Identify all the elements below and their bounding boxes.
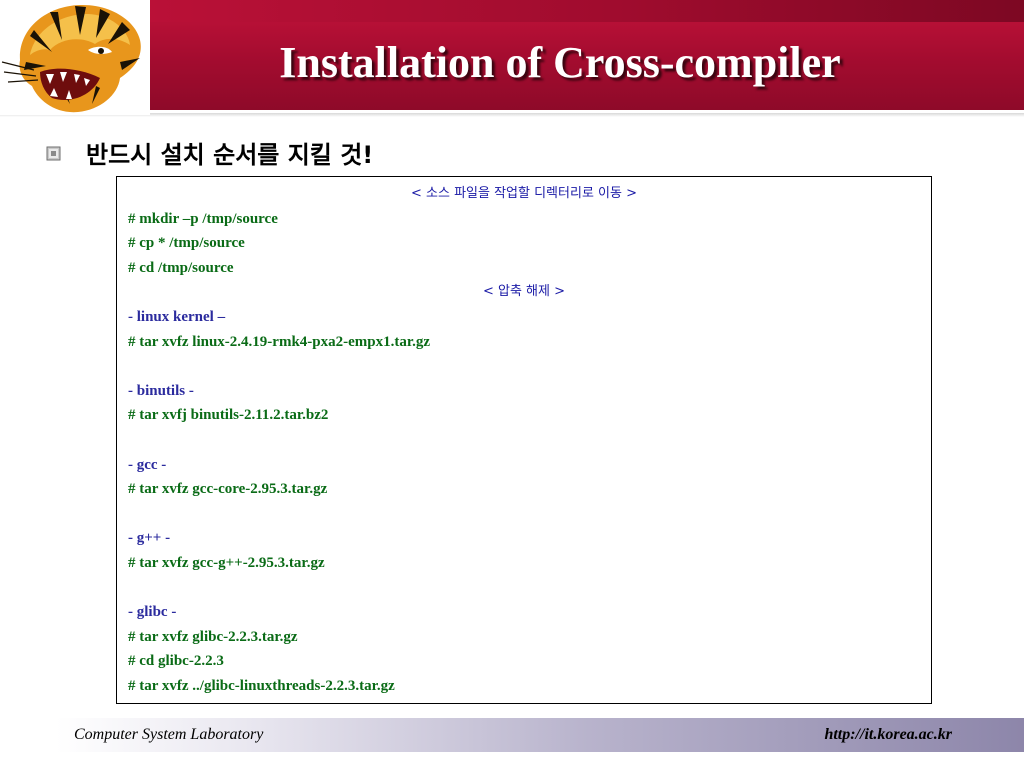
bullet-item: 반드시 설치 순서를 지킬 것! [44, 133, 373, 171]
header-top-strip [0, 0, 1024, 22]
footer-url: http://it.korea.ac.kr [824, 726, 952, 743]
header-shadow [0, 113, 1024, 117]
command-line: # tar xvfj binutils-2.11.2.tar.bz2 [128, 407, 329, 424]
step-heading: < 압축 해제 > [482, 284, 566, 300]
command-line: # tar xvfz gcc-core-2.95.3.tar.gz [128, 481, 328, 498]
command-line: # mkdir –p /tmp/source [128, 210, 278, 227]
command-line: # cd /tmp/source [128, 259, 234, 276]
package-heading: - linux kernel – [128, 308, 226, 325]
footer-lab-name: Computer System Laboratory [74, 726, 264, 743]
bullet-text: 반드시 설치 순서를 지킬 것! [86, 140, 374, 169]
command-line: # tar xvfz gcc-g++-2.95.3.tar.gz [128, 554, 325, 571]
command-line: # tar xvfz ../glibc-linuxthreads-2.2.3.t… [128, 677, 395, 694]
bullet-square-icon [46, 146, 61, 161]
command-line: # cd glibc-2.2.3 [128, 653, 224, 670]
package-heading: - glibc - [128, 604, 177, 621]
package-heading: - g++ - [128, 530, 171, 547]
slide-title: Installation of Cross-compiler [279, 38, 841, 87]
command-box: < 소스 파일을 작업할 디렉터리로 이동 > # mkdir –p /tmp/s… [116, 176, 932, 704]
package-heading: - binutils - [128, 382, 194, 399]
command-line: # cp * /tmp/source [128, 235, 245, 252]
command-line: # tar xvfz glibc-2.2.3.tar.gz [128, 628, 298, 645]
footer-band: Computer System Laboratory http://it.kor… [56, 718, 1024, 752]
tiger-head-logo [0, 0, 150, 115]
command-line: # tar xvfz linux-2.4.19-rmk4-pxa2-empx1.… [128, 333, 431, 350]
package-heading: - gcc - [128, 456, 167, 473]
step-heading: < 소스 파일을 작업할 디렉터리로 이동 > [411, 186, 637, 201]
tiger-head-icon [1, 4, 141, 113]
